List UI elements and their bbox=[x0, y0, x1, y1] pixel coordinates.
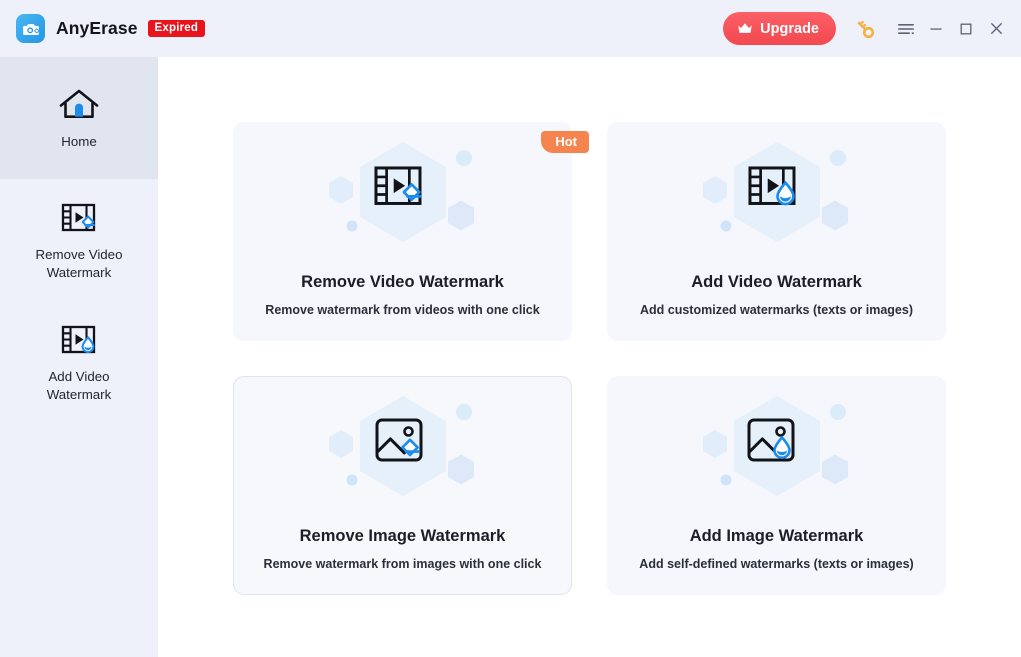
card-artwork bbox=[608, 135, 945, 255]
upgrade-button[interactable]: Upgrade bbox=[723, 12, 836, 45]
card-title: Add Image Watermark bbox=[689, 527, 864, 545]
card-title: Remove Image Watermark bbox=[299, 527, 506, 545]
card-subtitle: Remove watermark from images with one cl… bbox=[263, 557, 542, 571]
video-droplet-icon bbox=[702, 142, 848, 242]
app-brand: AnyErase Expired bbox=[16, 14, 206, 43]
hamburger-menu-icon[interactable] bbox=[891, 14, 921, 44]
card-subtitle: Remove watermark from videos with one cl… bbox=[265, 303, 540, 317]
status-badge: Expired bbox=[147, 20, 206, 37]
maximize-icon[interactable] bbox=[951, 14, 981, 44]
card-artwork bbox=[608, 389, 945, 509]
crown-icon bbox=[737, 22, 753, 35]
card-remove-image-watermark[interactable]: Remove Image Watermark Remove watermark … bbox=[233, 376, 572, 595]
card-remove-video-watermark[interactable]: Hot Remove Video Watermark Remove waterm… bbox=[233, 122, 589, 341]
card-title: Add Video Watermark bbox=[691, 273, 862, 291]
main-content: Hot Remove Video Watermark Remove waterm… bbox=[158, 57, 1021, 657]
sidebar-item-remove-video-watermark[interactable]: Remove Video Watermark bbox=[0, 179, 158, 301]
sidebar-item-label: Add Video Watermark bbox=[46, 368, 112, 402]
video-eraser-icon bbox=[57, 199, 101, 237]
image-droplet-icon bbox=[702, 396, 848, 496]
sidebar-item-label: Remove Video Watermark bbox=[35, 246, 123, 280]
minimize-icon[interactable] bbox=[921, 14, 951, 44]
card-subtitle: Add customized watermarks (texts or imag… bbox=[640, 303, 913, 317]
upgrade-label: Upgrade bbox=[760, 20, 819, 37]
key-icon[interactable] bbox=[851, 15, 879, 43]
application-window: AnyErase Expired Upgrade Home Remove Vid… bbox=[0, 0, 1021, 657]
video-eraser-icon bbox=[328, 142, 474, 242]
video-droplet-icon bbox=[57, 321, 101, 359]
card-subtitle: Add self-defined watermarks (texts or im… bbox=[639, 557, 914, 571]
title-bar: AnyErase Expired Upgrade bbox=[0, 0, 1021, 57]
close-icon[interactable] bbox=[981, 14, 1011, 44]
card-artwork bbox=[234, 389, 571, 509]
sidebar-item-label: Home bbox=[61, 133, 97, 149]
app-title: AnyErase bbox=[56, 18, 138, 38]
card-add-image-watermark[interactable]: Add Image Watermark Add self-defined wat… bbox=[607, 376, 946, 595]
card-title: Remove Video Watermark bbox=[301, 273, 504, 291]
sidebar-item-home[interactable]: Home bbox=[0, 57, 158, 179]
card-add-video-watermark[interactable]: Add Video Watermark Add customized water… bbox=[607, 122, 946, 341]
sidebar: Home Remove Video Watermark Add Video Wa… bbox=[0, 57, 158, 657]
home-icon bbox=[58, 86, 100, 124]
image-eraser-icon bbox=[328, 396, 474, 496]
window-controls: Upgrade bbox=[723, 0, 1021, 57]
sidebar-item-add-video-watermark[interactable]: Add Video Watermark bbox=[0, 301, 158, 423]
card-artwork bbox=[234, 135, 571, 255]
camera-erase-icon bbox=[16, 14, 45, 43]
